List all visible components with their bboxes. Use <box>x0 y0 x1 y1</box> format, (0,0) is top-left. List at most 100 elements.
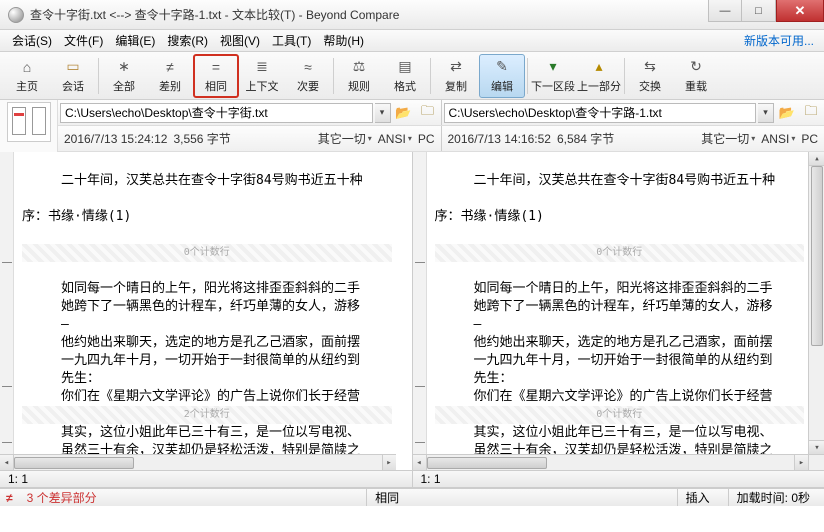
hatched-gap: 0个计数行 <box>435 406 805 424</box>
text-line: 序：书缘·情缘(1) <box>22 208 392 226</box>
home-button[interactable]: ⌂主页 <box>4 54 50 98</box>
close-button[interactable]: ✕ <box>776 0 824 22</box>
text-line: 她跨下了一辆黑色的计程车，纤巧单薄的女人，游移 <box>22 298 392 316</box>
equal-icon: = <box>206 58 226 76</box>
context-button[interactable]: ≣上下文 <box>239 54 285 98</box>
text-line: 先生： <box>435 370 805 388</box>
right-pane[interactable]: 二十年间，汉芙总共在查令十字街84号购书近五十种 序：书缘·情缘(1) 0个计数… <box>413 152 824 470</box>
right-filesize: 6,584 字节 <box>557 130 614 147</box>
text-line: 如同每一个晴日的上午，阳光将这排歪歪斜斜的二手 <box>435 280 805 298</box>
menu-help[interactable]: 帮助(H) <box>317 30 370 51</box>
new-version-link[interactable]: 新版本可用... <box>744 32 818 49</box>
overview-thumbnail[interactable] <box>7 102 51 142</box>
edit-icon: ✎ <box>492 58 512 76</box>
left-lineend-dropdown[interactable]: PC <box>418 132 435 146</box>
text-line: 虽然三十有余，汉芙却仍是轻松活泼，特别是简牍之 <box>435 442 805 454</box>
right-encoding-dropdown[interactable]: ANSI▾ <box>761 132 795 146</box>
reload-button[interactable]: ↻重载 <box>673 54 719 98</box>
right-browse-icon[interactable]: 🗀 <box>800 103 822 123</box>
menu-session[interactable]: 会话(S) <box>6 30 58 51</box>
right-cursor-pos: 1: 1 <box>413 471 824 487</box>
right-path-dropdown[interactable]: ▾ <box>758 103 774 123</box>
text-line: 二十年间，汉芙总共在查令十字街84号购书近五十种 <box>435 172 805 190</box>
left-timestamp: 2016/7/13 15:24:12 <box>64 132 167 146</box>
prev-section-button[interactable]: ▴上一部分 <box>576 54 622 98</box>
left-hscrollbar[interactable]: ◂▸ <box>0 454 396 470</box>
right-open-icon[interactable]: 📂 <box>776 103 798 123</box>
reload-icon: ↻ <box>686 58 706 76</box>
text-line: 你们在《星期六文学评论》的广告上说你们长于经营 <box>435 388 805 406</box>
menu-search[interactable]: 搜索(R) <box>161 30 214 51</box>
right-lineend-dropdown[interactable]: PC <box>801 132 818 146</box>
home-icon: ⌂ <box>17 58 37 76</box>
format-button[interactable]: ▤格式 <box>382 54 428 98</box>
all-button[interactable]: ∗全部 <box>101 54 147 98</box>
notequal-icon: ≠ <box>160 58 180 76</box>
left-path-input[interactable]: C:\Users\echo\Desktop\查令十字街.txt <box>60 103 373 123</box>
same-button[interactable]: =相同 <box>193 54 239 98</box>
approx-icon: ≈ <box>298 58 318 76</box>
sessions-button[interactable]: ▭会话 <box>50 54 96 98</box>
edit-button[interactable]: ✎编辑 <box>479 54 525 98</box>
text-line: 你们在《星期六文学评论》的广告上说你们长于经营 <box>22 388 392 406</box>
titlebar: 查令十字街.txt <--> 查令十字路-1.txt - 文本比较(T) - B… <box>0 0 824 30</box>
status-insert: 插入 <box>677 489 718 506</box>
text-line: 一九四九年十月，一切开始于一封很简单的从纽约到 <box>435 352 805 370</box>
hatched-gap: 2个计数行 <box>22 406 392 424</box>
context-icon: ≣ <box>252 58 272 76</box>
maximize-button[interactable]: □ <box>742 0 776 22</box>
status-loadtime: 加载时间: 0秒 <box>728 489 818 506</box>
menu-file[interactable]: 文件(F) <box>58 30 109 51</box>
right-filter-dropdown[interactable]: 其它一切▾ <box>701 130 755 147</box>
copy-icon: ⇄ <box>446 58 466 76</box>
briefcase-icon: ▭ <box>63 58 83 76</box>
right-path-input[interactable]: C:\Users\echo\Desktop\查令十字路-1.txt <box>444 103 757 123</box>
right-hscrollbar[interactable]: ◂▸ <box>413 454 809 470</box>
minor-button[interactable]: ≈次要 <box>285 54 331 98</box>
diff-count: 3 个差异部分 <box>27 489 97 506</box>
text-line: 虽然三十有余，汉芙却仍是轻松活泼，特别是简牍之 <box>22 442 392 454</box>
rules-button[interactable]: ⚖规则 <box>336 54 382 98</box>
text-line: 其实，这位小姐此年已三十有三，是一位以写电视、 <box>22 424 392 442</box>
status-mode: 相同 <box>366 489 407 506</box>
text-line: 其实，这位小姐此年已三十有三，是一位以写电视、 <box>435 424 805 442</box>
left-filesize: 3,556 字节 <box>173 130 230 147</box>
left-pane[interactable]: 二十年间，汉芙总共在查令十字街84号购书近五十种 序：书缘·情缘(1) 0个计数… <box>0 152 413 470</box>
text-line: 她跨下了一辆黑色的计程车，纤巧单薄的女人，游移 <box>435 298 805 316</box>
text-line: 序：书缘·情缘(1) <box>435 208 805 226</box>
left-filter-dropdown[interactable]: 其它一切▾ <box>318 130 372 147</box>
text-line: — <box>435 316 805 334</box>
hatched-gap: 0个计数行 <box>435 244 805 262</box>
swap-button[interactable]: ⇆交换 <box>627 54 673 98</box>
left-browse-icon[interactable]: 🗀 <box>417 103 439 123</box>
up-arrow-icon: ▴ <box>589 58 609 76</box>
menu-edit[interactable]: 编辑(E) <box>109 30 161 51</box>
left-path-dropdown[interactable]: ▾ <box>375 103 391 123</box>
copy-button[interactable]: ⇄复制 <box>433 54 479 98</box>
left-encoding-dropdown[interactable]: ANSI▾ <box>378 132 412 146</box>
menu-tools[interactable]: 工具(T) <box>266 30 317 51</box>
text-line: 先生： <box>22 370 392 388</box>
text-line: 他约她出来聊天，选定的地方是孔乙己酒家，面前摆 <box>22 334 392 352</box>
swap-icon: ⇆ <box>640 58 660 76</box>
text-line: 如同每一个晴日的上午，阳光将这排歪歪斜斜的二手 <box>22 280 392 298</box>
text-line: 二十年间，汉芙总共在查令十字街84号购书近五十种 <box>22 172 392 190</box>
notequal-icon: ≠ <box>6 491 13 505</box>
thumbnail-column <box>0 100 58 152</box>
text-line: — <box>22 316 392 334</box>
asterisk-icon: ∗ <box>114 58 134 76</box>
statusbar: ≠ 3 个差异部分 相同 插入 加载时间: 0秒 <box>0 488 824 506</box>
toolbar: ⌂主页 ▭会话 ∗全部 ≠差别 =相同 ≣上下文 ≈次要 ⚖规则 ▤格式 ⇄复制… <box>0 52 824 100</box>
left-cursor-pos: 1: 1 <box>0 471 413 487</box>
diff-button[interactable]: ≠差别 <box>147 54 193 98</box>
app-icon <box>8 7 24 23</box>
right-vscrollbar[interactable]: ▴▾ <box>808 152 824 454</box>
menubar: 会话(S) 文件(F) 编辑(E) 搜索(R) 视图(V) 工具(T) 帮助(H… <box>0 30 824 52</box>
text-line: 他约她出来聊天，选定的地方是孔乙己酒家，面前摆 <box>435 334 805 352</box>
hatched-gap: 0个计数行 <box>22 244 392 262</box>
minimize-button[interactable]: — <box>708 0 742 22</box>
left-open-icon[interactable]: 📂 <box>393 103 415 123</box>
scroll-corner <box>808 454 824 470</box>
next-section-button[interactable]: ▾下一区段 <box>530 54 576 98</box>
menu-view[interactable]: 视图(V) <box>214 30 266 51</box>
